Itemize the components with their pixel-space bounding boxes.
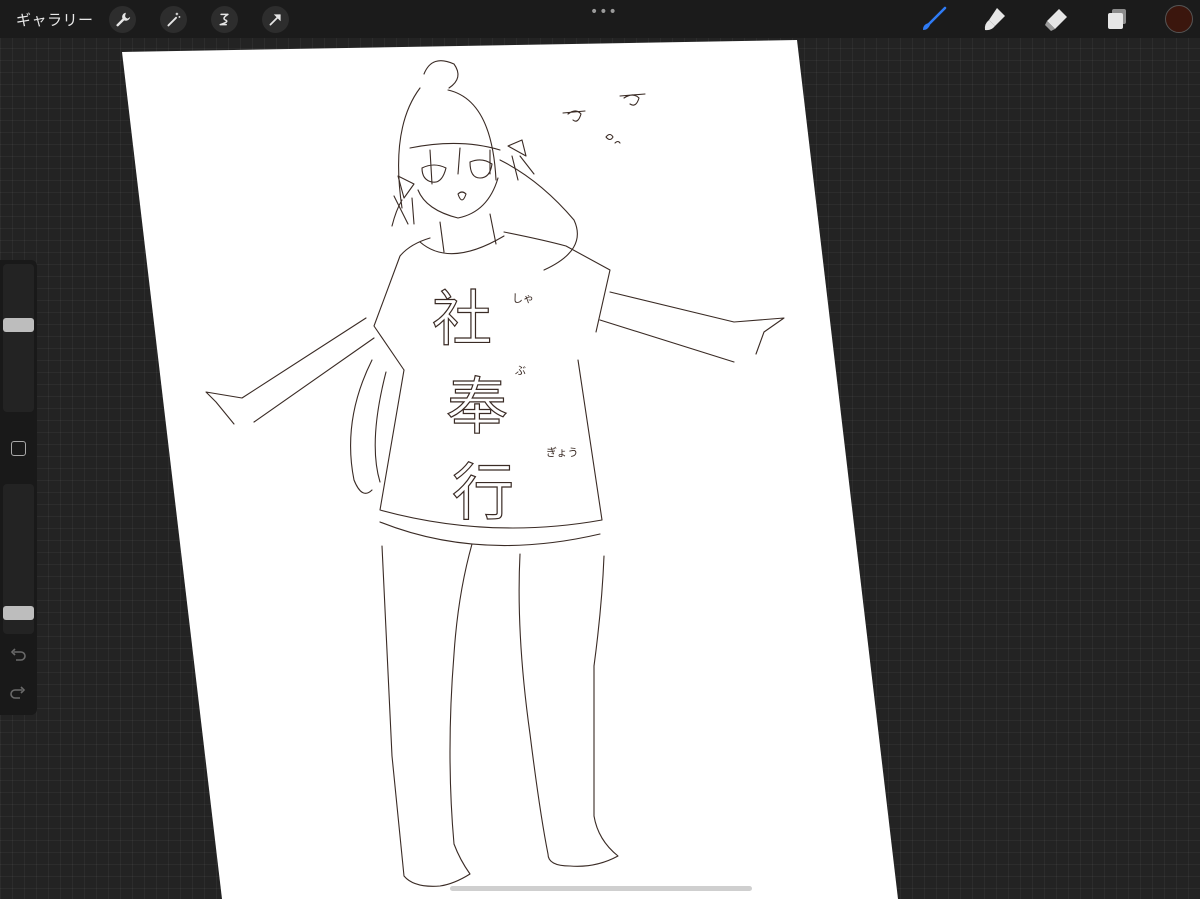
eraser-icon[interactable] — [1042, 5, 1070, 33]
top-toolbar: ギャラリー ••• — [0, 0, 1200, 38]
smudge-icon[interactable] — [981, 5, 1009, 33]
color-swatch-button[interactable] — [1165, 5, 1193, 33]
wrench-icon[interactable] — [109, 6, 136, 33]
furigana-1: しゃ — [512, 292, 534, 305]
square-modifier-icon[interactable] — [11, 441, 26, 456]
brush-size-thumb[interactable] — [3, 318, 34, 332]
magic-wand-icon[interactable] — [160, 6, 187, 33]
home-indicator — [450, 886, 752, 891]
shirt-char-3: 行 — [452, 456, 514, 529]
drawing-canvas[interactable]: 社 奉 行 しゃ ぶ ぎょう — [0, 0, 1200, 899]
opacity-slider[interactable] — [3, 484, 34, 634]
brush-icon[interactable] — [920, 5, 948, 33]
redo-icon[interactable] — [9, 684, 27, 702]
opacity-thumb[interactable] — [3, 606, 34, 620]
selection-icon[interactable] — [211, 6, 238, 33]
shirt-char-2: 奉 — [446, 370, 508, 443]
undo-icon[interactable] — [9, 646, 27, 664]
transform-arrow-icon[interactable] — [262, 6, 289, 33]
more-menu-icon[interactable]: ••• — [590, 4, 618, 20]
layers-icon[interactable] — [1103, 5, 1131, 33]
shirt-char-1: 社 — [432, 285, 492, 355]
brush-size-slider[interactable] — [3, 264, 34, 412]
left-sidebar — [0, 260, 37, 715]
furigana-3: ぎょう — [546, 445, 578, 459]
gallery-button[interactable]: ギャラリー — [16, 9, 94, 30]
furigana-2: ぶ — [515, 364, 526, 377]
